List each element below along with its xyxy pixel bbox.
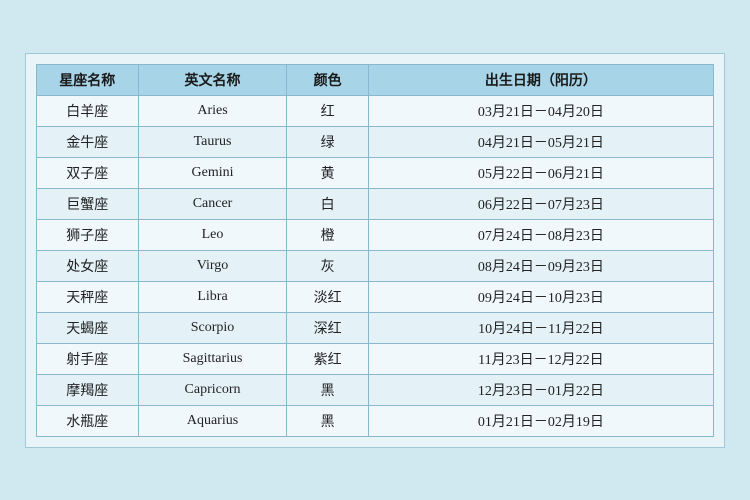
cell-en: Gemini <box>138 157 287 188</box>
cell-date: 07月24日－08月23日 <box>368 219 713 250</box>
table-row: 处女座Virgo灰08月24日－09月23日 <box>37 250 714 281</box>
cell-en: Libra <box>138 281 287 312</box>
cell-date: 03月21日－04月20日 <box>368 95 713 126</box>
cell-cn: 处女座 <box>37 250 139 281</box>
cell-color: 绿 <box>287 126 368 157</box>
cell-date: 09月24日－10月23日 <box>368 281 713 312</box>
cell-en: Cancer <box>138 188 287 219</box>
table-row: 巨蟹座Cancer白06月22日－07月23日 <box>37 188 714 219</box>
cell-en: Sagittarius <box>138 343 287 374</box>
table-header-row: 星座名称 英文名称 颜色 出生日期（阳历） <box>37 64 714 95</box>
header-date: 出生日期（阳历） <box>368 64 713 95</box>
table-row: 天秤座Libra淡红09月24日－10月23日 <box>37 281 714 312</box>
cell-color: 深红 <box>287 312 368 343</box>
table-row: 金牛座Taurus绿04月21日－05月21日 <box>37 126 714 157</box>
cell-en: Leo <box>138 219 287 250</box>
cell-cn: 金牛座 <box>37 126 139 157</box>
table-row: 双子座Gemini黄05月22日－06月21日 <box>37 157 714 188</box>
cell-color: 红 <box>287 95 368 126</box>
cell-cn: 天蝎座 <box>37 312 139 343</box>
cell-cn: 双子座 <box>37 157 139 188</box>
cell-date: 06月22日－07月23日 <box>368 188 713 219</box>
cell-en: Aries <box>138 95 287 126</box>
cell-color: 黄 <box>287 157 368 188</box>
table-row: 水瓶座Aquarius黑01月21日－02月19日 <box>37 405 714 436</box>
main-container: 星座名称 英文名称 颜色 出生日期（阳历） 白羊座Aries红03月21日－04… <box>25 53 725 448</box>
cell-date: 11月23日－12月22日 <box>368 343 713 374</box>
cell-cn: 天秤座 <box>37 281 139 312</box>
cell-en: Virgo <box>138 250 287 281</box>
cell-color: 灰 <box>287 250 368 281</box>
cell-en: Taurus <box>138 126 287 157</box>
cell-color: 紫红 <box>287 343 368 374</box>
cell-cn: 白羊座 <box>37 95 139 126</box>
header-en: 英文名称 <box>138 64 287 95</box>
cell-color: 黑 <box>287 405 368 436</box>
cell-cn: 水瓶座 <box>37 405 139 436</box>
cell-date: 12月23日－01月22日 <box>368 374 713 405</box>
cell-en: Scorpio <box>138 312 287 343</box>
cell-en: Aquarius <box>138 405 287 436</box>
header-cn: 星座名称 <box>37 64 139 95</box>
cell-en: Capricorn <box>138 374 287 405</box>
cell-date: 08月24日－09月23日 <box>368 250 713 281</box>
cell-color: 淡红 <box>287 281 368 312</box>
cell-date: 01月21日－02月19日 <box>368 405 713 436</box>
table-row: 天蝎座Scorpio深红10月24日－11月22日 <box>37 312 714 343</box>
cell-color: 黑 <box>287 374 368 405</box>
zodiac-table: 星座名称 英文名称 颜色 出生日期（阳历） 白羊座Aries红03月21日－04… <box>36 64 714 437</box>
cell-color: 白 <box>287 188 368 219</box>
table-row: 摩羯座Capricorn黑12月23日－01月22日 <box>37 374 714 405</box>
cell-cn: 射手座 <box>37 343 139 374</box>
table-row: 射手座Sagittarius紫红11月23日－12月22日 <box>37 343 714 374</box>
cell-cn: 巨蟹座 <box>37 188 139 219</box>
cell-color: 橙 <box>287 219 368 250</box>
cell-date: 04月21日－05月21日 <box>368 126 713 157</box>
cell-date: 10月24日－11月22日 <box>368 312 713 343</box>
cell-cn: 摩羯座 <box>37 374 139 405</box>
cell-date: 05月22日－06月21日 <box>368 157 713 188</box>
cell-cn: 狮子座 <box>37 219 139 250</box>
table-row: 白羊座Aries红03月21日－04月20日 <box>37 95 714 126</box>
header-color: 颜色 <box>287 64 368 95</box>
table-row: 狮子座Leo橙07月24日－08月23日 <box>37 219 714 250</box>
